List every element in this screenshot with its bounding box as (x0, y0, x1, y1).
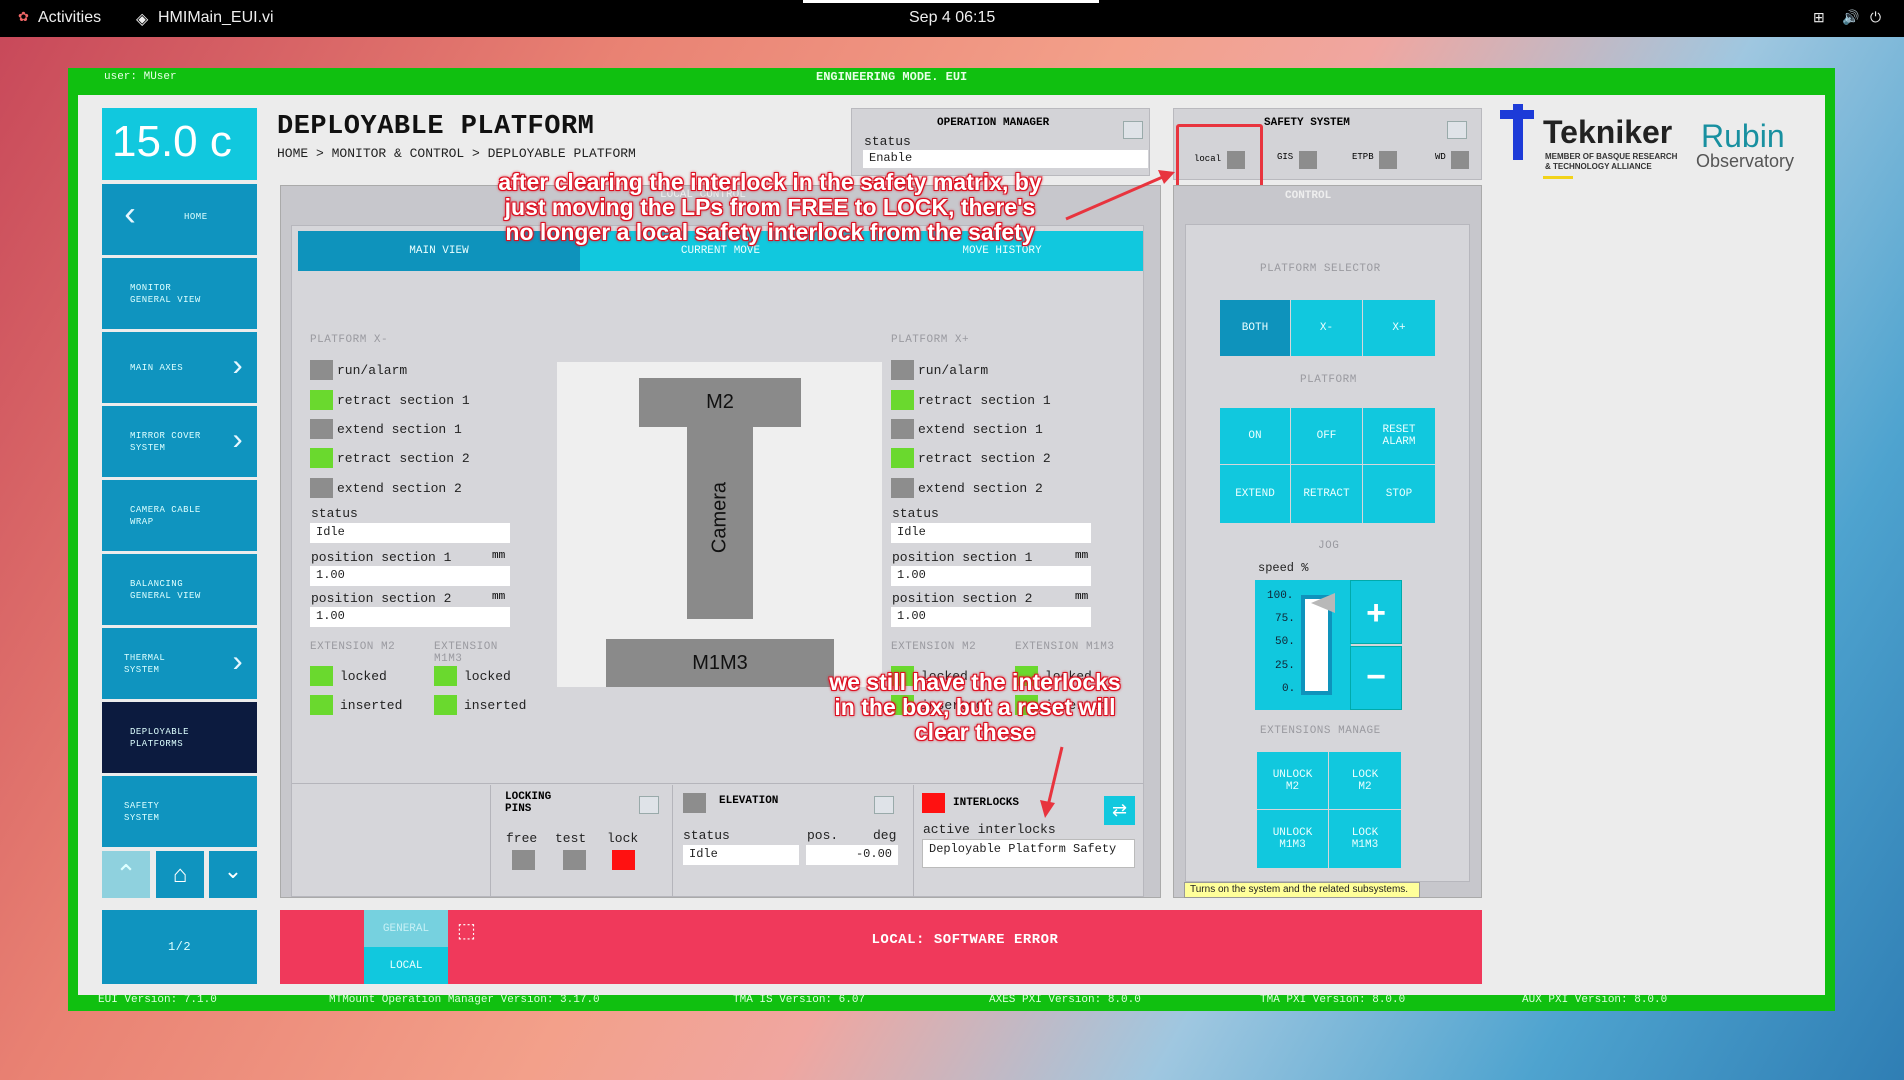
annotation-text-2: we still have the interlocks in the box,… (829, 669, 1121, 745)
annotation-arrowhead-2 (1040, 800, 1055, 818)
annotation-arrows (1040, 170, 1175, 818)
annotation-text-1: after clearing the interlock in the safe… (498, 169, 1042, 245)
annotation-arrow-2 (1046, 746, 1064, 807)
